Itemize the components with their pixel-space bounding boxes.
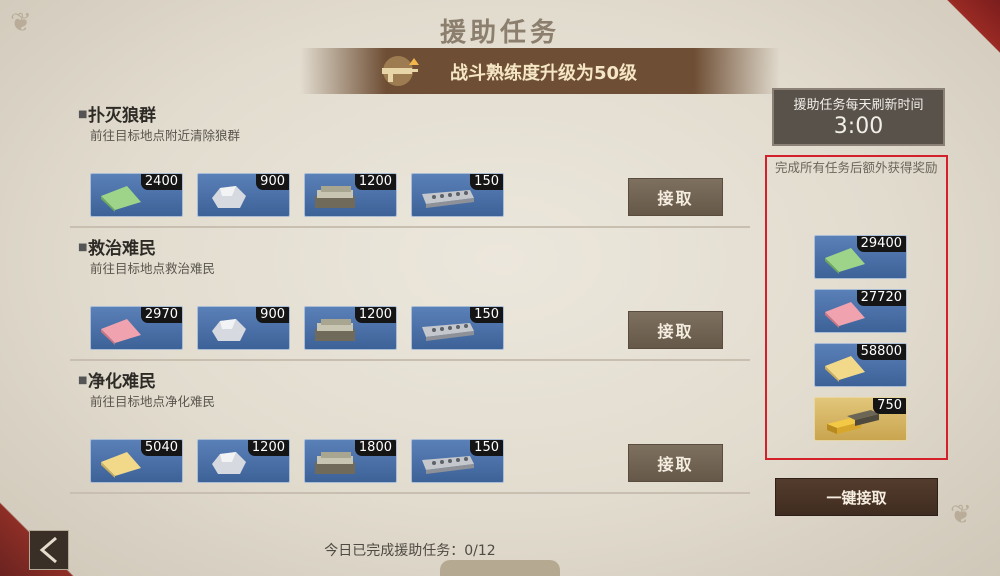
proficiency-banner: 战斗熟练度升级为50级 <box>300 48 780 94</box>
reward-item[interactable]: 1800 <box>304 439 397 483</box>
reward-count: 750 <box>873 398 906 414</box>
reward-count: 2400 <box>140 174 182 190</box>
bonus-reward-item[interactable]: 29400 <box>814 235 907 279</box>
reward-item[interactable]: 5040 <box>90 439 183 483</box>
reward-item[interactable]: 150 <box>411 173 504 217</box>
reward-item[interactable]: 1200 <box>304 173 397 217</box>
silver-ore-icon <box>212 319 246 341</box>
task-item: ■ 救治难民 前往目标地点救治难民 2970 900 1200 150 接取 <box>70 228 750 361</box>
reward-count: 1200 <box>354 307 396 323</box>
reward-count: 150 <box>470 174 503 190</box>
reward-item[interactable]: 900 <box>197 306 290 350</box>
task-item: ■ 扑灭狼群 前往目标地点附近清除狼群 2400 900 1200 150 接取 <box>70 95 750 228</box>
reward-count: 1200 <box>247 440 289 456</box>
accept-button[interactable]: 接取 <box>628 444 723 482</box>
task-list: ■ 扑灭狼群 前往目标地点附近清除狼群 2400 900 1200 150 接取 <box>70 95 750 494</box>
task-name: 扑灭狼群 <box>88 106 156 126</box>
steel-block-icon <box>422 190 474 208</box>
reward-item[interactable]: 150 <box>411 306 504 350</box>
reward-item[interactable]: 1200 <box>304 306 397 350</box>
bonus-label: 完成所有任务后额外获得奖励 <box>775 160 938 175</box>
refresh-label: 援助任务每天刷新时间 <box>793 98 924 113</box>
bullet-icon: ■ <box>78 109 88 120</box>
bullet-icon: ■ <box>78 375 88 386</box>
reward-count: 150 <box>470 440 503 456</box>
refresh-time-panel: 援助任务每天刷新时间 3:00 <box>772 88 945 146</box>
cash-stack-icon <box>315 319 355 341</box>
reward-count: 900 <box>256 174 289 190</box>
task-name: 救治难民 <box>88 239 156 259</box>
bonus-reward-item[interactable]: 58800 <box>814 343 907 387</box>
reward-count: 2970 <box>140 307 182 323</box>
cash-stack-icon <box>315 452 355 474</box>
reward-list: 5040 1200 1800 150 <box>90 439 504 483</box>
refresh-time: 3:00 <box>833 114 884 139</box>
reward-item[interactable]: 150 <box>411 439 504 483</box>
back-button[interactable] <box>29 530 69 570</box>
reward-list: 2400 900 1200 150 <box>90 173 504 217</box>
rifle-upgrade-icon <box>374 53 422 89</box>
task-item: ■ 净化难民 前往目标地点净化难民 5040 1200 1800 150 接取 <box>70 361 750 494</box>
silver-ore-icon <box>212 452 246 474</box>
bonus-reward-item[interactable]: 750 <box>814 397 907 441</box>
reward-count: 29400 <box>856 236 906 252</box>
reward-count: 58800 <box>856 344 906 360</box>
banner-text: 战斗熟练度升级为50级 <box>450 63 638 84</box>
bullet-icon: ■ <box>78 242 88 253</box>
bonus-reward-list: 29400 27720 58800 750 <box>814 235 907 441</box>
steel-block-icon <box>422 323 474 341</box>
reward-count: 1200 <box>354 174 396 190</box>
reward-list: 2970 900 1200 150 <box>90 306 504 350</box>
accept-button[interactable]: 接取 <box>628 311 723 349</box>
reward-item[interactable]: 1200 <box>197 439 290 483</box>
accept-button[interactable]: 接取 <box>628 178 723 216</box>
cash-stack-icon <box>315 186 355 208</box>
flourish-decoration: ❦ <box>950 500 972 530</box>
page-title: 援助任务 <box>439 18 560 48</box>
reward-item[interactable]: 2970 <box>90 306 183 350</box>
reward-item[interactable]: 2400 <box>90 173 183 217</box>
task-name: 净化难民 <box>88 372 156 392</box>
task-description: 前往目标地点净化难民 <box>90 394 216 409</box>
pink-ticket-icon <box>101 319 141 345</box>
task-description: 前往目标地点救治难民 <box>90 261 216 276</box>
steel-block-icon <box>422 456 474 474</box>
gold-bars-icon <box>827 410 879 434</box>
yellow-ticket-icon <box>101 452 141 478</box>
green-ticket-icon <box>101 186 141 212</box>
reward-count: 1800 <box>354 440 396 456</box>
claim-all-button[interactable]: 一键接取 <box>775 478 938 516</box>
reward-count: 5040 <box>140 440 182 456</box>
task-description: 前往目标地点附近清除狼群 <box>90 128 241 143</box>
reward-count: 900 <box>256 307 289 323</box>
completion-status: 今日已完成援助任务：0/12 <box>324 543 496 559</box>
bottom-ornament <box>440 560 560 576</box>
bonus-reward-panel: 完成所有任务后额外获得奖励 29400 27720 58800 750 <box>765 155 948 460</box>
reward-item[interactable]: 900 <box>197 173 290 217</box>
reward-count: 150 <box>470 307 503 323</box>
bonus-reward-item[interactable]: 27720 <box>814 289 907 333</box>
silver-ore-icon <box>212 186 246 208</box>
chevron-left-icon <box>39 536 57 564</box>
reward-count: 27720 <box>856 290 906 306</box>
